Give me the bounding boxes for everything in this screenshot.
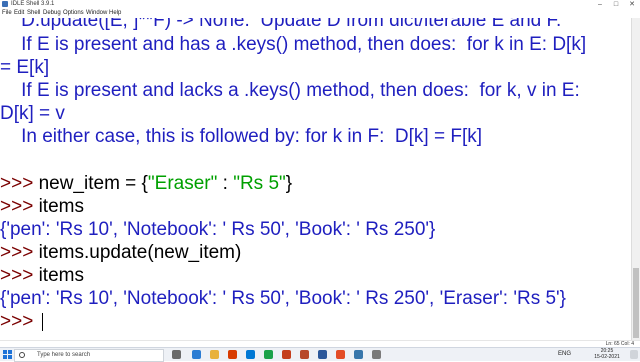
code-text: items [38,265,84,286]
taskbar-search-input[interactable]: Type here to search [14,349,164,362]
menu-bar: File Edit Shell Debug Options Window Hel… [0,9,640,18]
doc-line: D.update([E, ]**F) -> None. Update D fro… [0,18,562,31]
powerpoint-icon[interactable] [282,350,291,359]
app-icon[interactable] [372,350,381,359]
doc-line: In either case, this is followed by: for… [0,126,483,147]
minimize-button[interactable]: – [592,0,608,9]
shell-prompt: >>> [0,196,34,217]
search-icon [19,352,25,358]
task-view-icon[interactable] [172,350,181,359]
code-text: items [38,196,84,217]
text-cursor [42,313,43,331]
shell-input-line: >>> items [0,196,84,218]
menu-window[interactable]: Window [86,9,107,18]
idle-app-icon [2,1,8,7]
string-literal: "Eraser" [147,173,218,194]
maximize-button[interactable]: □ [608,0,624,9]
vertical-scrollbar[interactable] [631,18,640,340]
shell-output-line: {'pen': 'Rs 10', 'Notebook': ' Rs 50', '… [0,219,436,240]
doc-line: D[k] = v [0,103,65,124]
shell-input-line: >>> items.update(new_item) [0,242,241,264]
string-literal: "Rs 5" [233,173,286,194]
shell-prompt: >>> [0,311,34,332]
menu-edit[interactable]: Edit [14,9,24,18]
clock-date: 15-02-2021 [594,354,620,360]
search-placeholder: Type here to search [37,352,91,358]
store-icon[interactable] [246,350,255,359]
shell-prompt: >>> [0,265,34,286]
office-icon[interactable] [228,350,237,359]
python-icon[interactable] [354,350,363,359]
scrollbar-thumb[interactable] [633,268,639,338]
menu-debug[interactable]: Debug [43,9,61,18]
windows-start-icon[interactable] [3,350,12,359]
code-text: items.update(new_item) [38,242,242,263]
shell-input-line: >>> new_item = {"Eraser" : "Rs 5"} [0,173,292,195]
doc-line: = E[k] [0,57,50,78]
menu-file[interactable]: File [2,9,12,18]
menu-options[interactable]: Options [63,9,84,18]
code-text: } [285,173,293,194]
doc-line: If E is present and lacks a .keys() meth… [0,80,580,101]
shell-input-line: >>> items [0,265,84,287]
close-button[interactable]: ✕ [624,0,640,9]
shell-prompt: >>> [0,173,34,194]
doc-line: If E is present and has a .keys() method… [0,34,587,55]
menu-help[interactable]: Help [109,9,121,18]
shell-prompt: >>> [0,242,34,263]
code-text: new_item = { [38,173,148,194]
taskbar: Type here to search ENG 20:25 15-02-2021 [0,347,640,362]
clock[interactable]: 20:25 15-02-2021 [588,348,626,361]
excel-icon[interactable] [264,350,273,359]
shell-text-area[interactable]: D.update([E, ]**F) -> None. Update D fro… [0,18,632,340]
language-indicator[interactable]: ENG [558,348,571,361]
shell-input-line[interactable]: >>> [0,311,33,333]
menu-shell[interactable]: Shell [27,9,40,18]
app-icon[interactable] [300,350,309,359]
word-icon[interactable] [318,350,327,359]
shell-output-line: {'pen': 'Rs 10', 'Notebook': ' Rs 50', '… [0,288,567,309]
code-text: : [217,173,234,194]
chrome-icon[interactable] [336,350,345,359]
window-title: IDLE Shell 3.9.1 [11,1,55,7]
notifications-icon[interactable] [630,350,638,359]
edge-browser-icon[interactable] [192,350,201,359]
file-explorer-icon[interactable] [210,350,219,359]
